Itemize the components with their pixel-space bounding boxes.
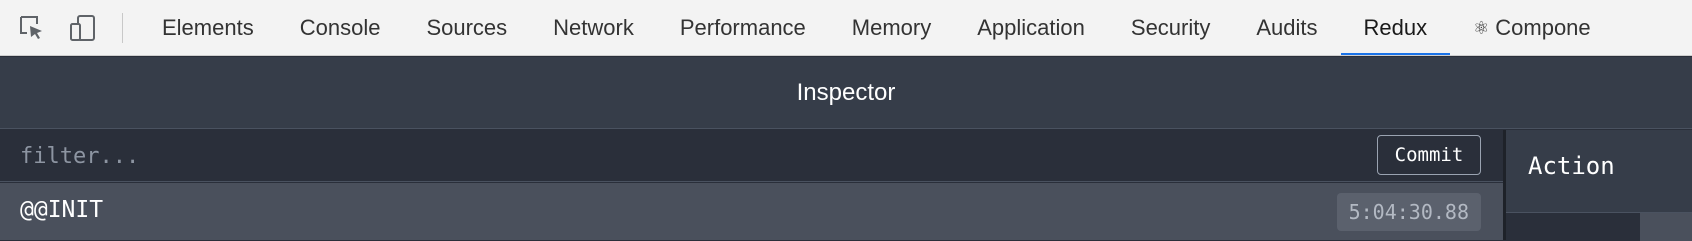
action-list-pane: Commit @@INIT 5:04:30.88 — [0, 130, 1503, 240]
toolbar-divider — [122, 12, 123, 43]
action-name: @@INIT — [20, 197, 104, 223]
device-toolbar-icon[interactable] — [58, 0, 108, 55]
tab-network[interactable]: Network — [530, 0, 657, 55]
tab-label: Security — [1130, 15, 1211, 40]
inspector-header: Inspector — [0, 57, 1692, 129]
tab-label: Audits — [1256, 15, 1318, 40]
commit-button[interactable]: Commit — [1377, 135, 1481, 175]
tab-redux[interactable]: Redux — [1340, 0, 1451, 55]
detail-tab-strip — [1506, 212, 1692, 241]
tab-memory[interactable]: Memory — [829, 0, 954, 55]
tab-elements[interactable]: Elements — [139, 0, 277, 55]
tab-label: Console — [299, 15, 381, 40]
tab-label: Elements — [162, 15, 254, 40]
tab-label: Memory — [851, 15, 932, 40]
tab-components[interactable]: ⚛ Compone — [1450, 0, 1614, 55]
tab-audits[interactable]: Audits — [1233, 0, 1340, 55]
action-timestamp: 5:04:30.88 — [1336, 193, 1481, 231]
tab-label: Redux — [1363, 15, 1428, 40]
tab-performance[interactable]: Performance — [657, 0, 829, 55]
action-detail-pane: Action — [1506, 130, 1692, 241]
tab-application[interactable]: Application — [954, 0, 1108, 55]
devtools-tab-bar: Elements Console Sources Network Perform… — [0, 0, 1692, 56]
action-detail-title: Action — [1528, 152, 1615, 180]
tab-label: Application — [977, 15, 1085, 40]
inspector-title: Inspector — [796, 78, 896, 106]
tab-console[interactable]: Console — [277, 0, 404, 55]
tab-sources[interactable]: Sources — [403, 0, 530, 55]
tab-security[interactable]: Security — [1108, 0, 1233, 55]
detail-tab[interactable] — [1640, 213, 1692, 241]
tab-label: Compone — [1495, 15, 1591, 40]
tab-label: Performance — [679, 15, 806, 40]
action-list-item[interactable]: @@INIT 5:04:30.88 — [0, 183, 1503, 240]
react-icon: ⚛ — [1473, 17, 1490, 38]
tab-label: Network — [553, 15, 634, 40]
inspect-element-icon[interactable] — [6, 0, 58, 55]
tab-label: Sources — [426, 15, 508, 40]
filter-bar: Commit — [0, 130, 1503, 182]
filter-input[interactable] — [20, 138, 1360, 174]
